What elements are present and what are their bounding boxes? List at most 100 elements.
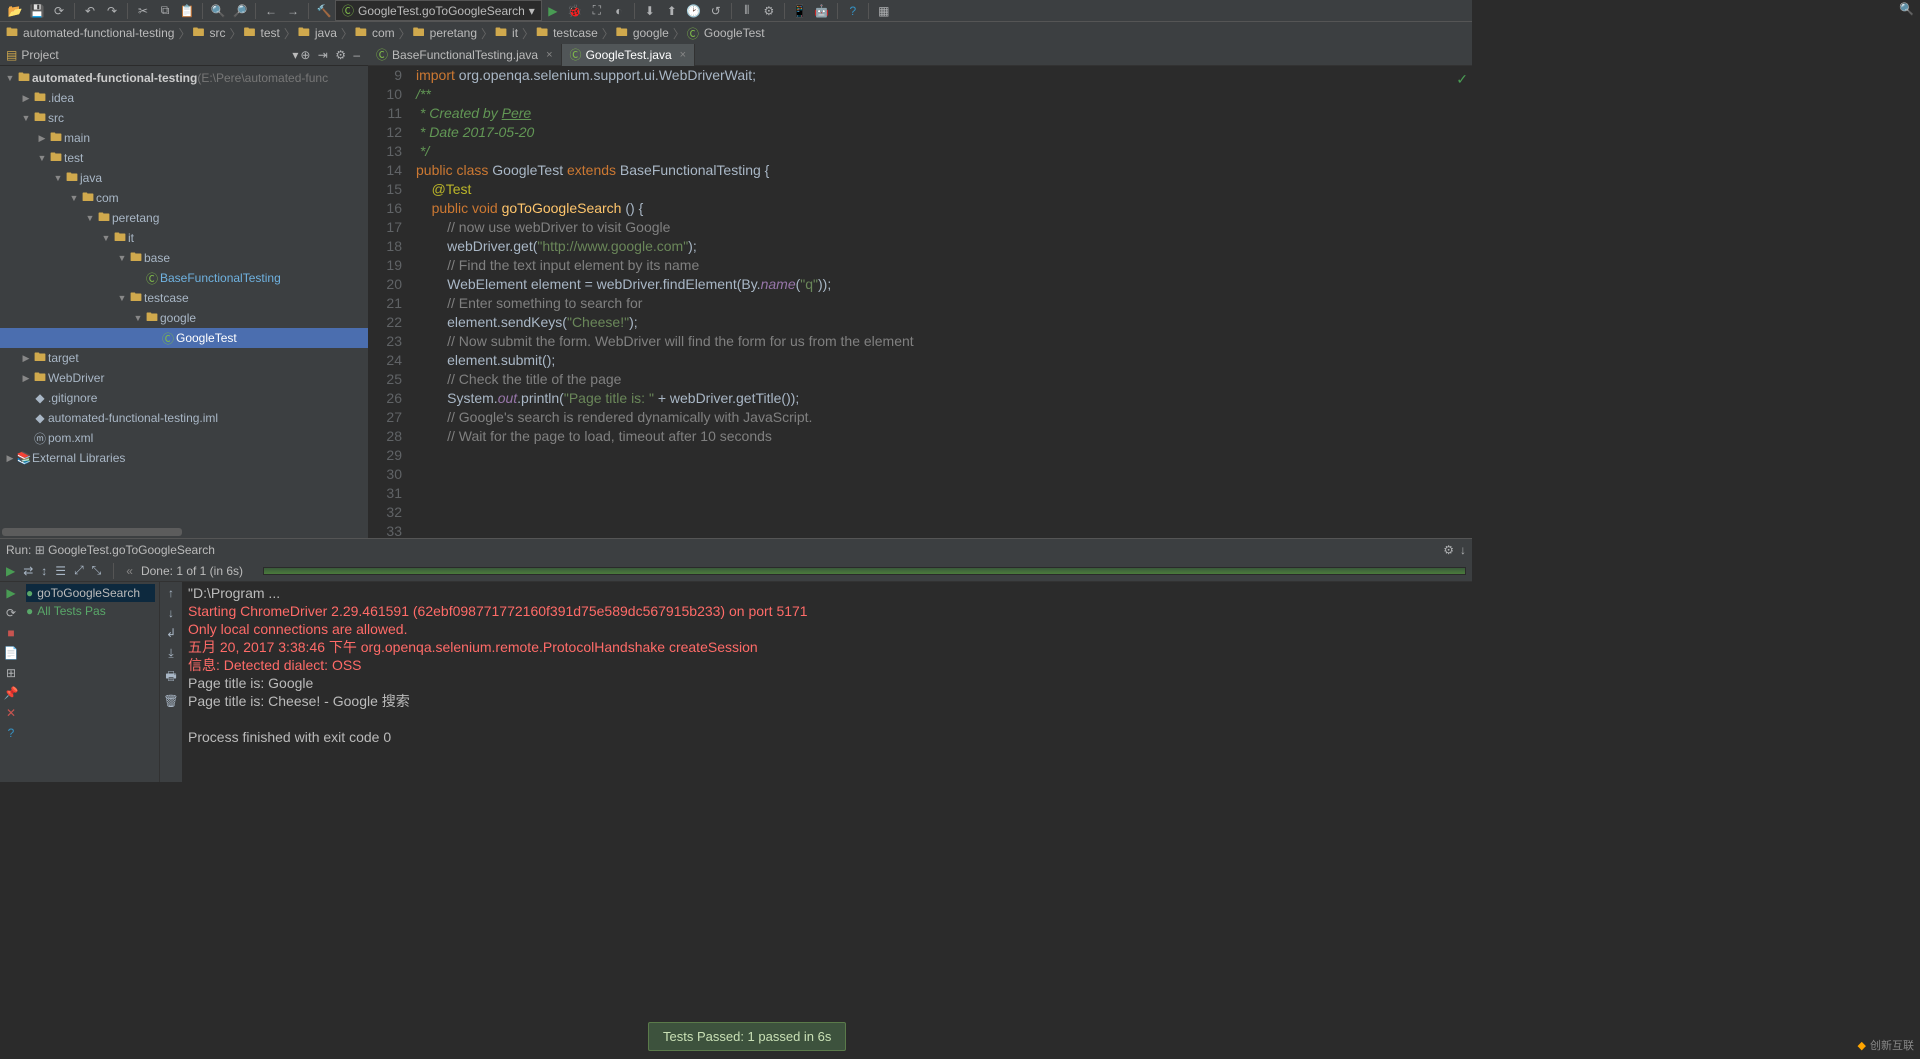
tree-node-google[interactable]: ▼🖿google (0, 308, 368, 328)
breadcrumb-item[interactable]: 🖿 java (298, 23, 337, 44)
debug-icon[interactable]: 🐞 (567, 3, 583, 19)
cut-icon[interactable]: ✂ (135, 3, 151, 19)
clear-icon[interactable]: 🗑 (163, 694, 178, 708)
help-run-icon[interactable]: ? (8, 726, 15, 740)
back-icon[interactable]: ← (263, 3, 279, 19)
rerun-icon[interactable]: ▶ (6, 564, 15, 578)
tab-close-icon[interactable]: × (546, 49, 552, 61)
close-icon[interactable]: ✕ (6, 706, 16, 720)
run-icon[interactable]: ▶ (545, 3, 561, 19)
hide-icon[interactable]: – (353, 48, 360, 62)
tree-node-webdriver[interactable]: ▶🖿WebDriver (0, 368, 368, 388)
tree-node-main[interactable]: ▶🖿main (0, 128, 368, 148)
tree-node-target[interactable]: ▶🖿target (0, 348, 368, 368)
pin-icon[interactable]: 📌 (4, 686, 19, 700)
breadcrumb-item[interactable]: 🖿 peretang (413, 23, 477, 44)
dump-icon[interactable]: 📄 (4, 646, 19, 660)
breadcrumb-item[interactable]: 🖿 google (616, 23, 669, 44)
redo-icon[interactable]: ↷ (104, 3, 120, 19)
gear-icon[interactable]: ⚙ (335, 48, 346, 62)
test-root-node[interactable]: ●goToGoogleSearch (26, 584, 155, 602)
tree-root[interactable]: ▼🖿automated-functional-testing (E:\Pere\… (0, 68, 368, 88)
toggle-auto-test-icon[interactable]: ⇄ (23, 564, 33, 578)
up-stack-icon[interactable]: ↑ (168, 586, 174, 600)
run-left-gutter: ▶ ⟳ ■ 📄 ⊞ 📌 ✕ ? (0, 582, 22, 782)
breadcrumb-item[interactable]: 🖿 it (495, 23, 518, 44)
print-icon[interactable]: 🖶 (165, 667, 176, 688)
tree-node--idea[interactable]: ▶🖿.idea (0, 88, 368, 108)
tree-node-pom-xml[interactable]: ⓜpom.xml (0, 428, 368, 448)
tree-node-peretang[interactable]: ▼🖿peretang (0, 208, 368, 228)
breadcrumb-item[interactable]: 🖿 src (192, 23, 225, 44)
vcs-update-icon[interactable]: ⬇ (642, 3, 658, 19)
soft-wrap-icon[interactable]: ↲ (166, 626, 176, 640)
paste-icon[interactable]: 📋 (179, 3, 195, 19)
tab-close-icon[interactable]: × (680, 49, 686, 61)
search-everywhere-icon[interactable]: 🔍 (1899, 2, 1914, 16)
tree-node-test[interactable]: ▼🖿test (0, 148, 368, 168)
test-tree[interactable]: ●goToGoogleSearch ●All Tests Pas (22, 582, 160, 782)
rerun-failed-icon[interactable]: ⟳ (6, 606, 16, 620)
vcs-commit-icon[interactable]: ⬆ (664, 3, 680, 19)
code-editor[interactable]: 9101112131415161718192021222324252627282… (368, 66, 1472, 538)
scroll-end-icon[interactable]: ⤓ (168, 646, 173, 661)
find-icon[interactable]: 🔍 (210, 3, 226, 19)
tree-node--gitignore[interactable]: ◆.gitignore (0, 388, 368, 408)
tree-node-base[interactable]: ▼🖿base (0, 248, 368, 268)
forward-icon[interactable]: → (285, 3, 301, 19)
undo-icon[interactable]: ↶ (82, 3, 98, 19)
tree-node-testcase[interactable]: ▼🖿testcase (0, 288, 368, 308)
tree-node-automated-functional-testing-iml[interactable]: ◆automated-functional-testing.iml (0, 408, 368, 428)
vcs-revert-icon[interactable]: ↺ (708, 3, 724, 19)
help-icon[interactable]: ? (845, 3, 861, 19)
test-summary: Done: 1 of 1 (in 6s) (141, 564, 243, 578)
tab-googletest-java[interactable]: ⒸGoogleTest.java× (562, 44, 696, 66)
filter-icon[interactable]: ☰ (55, 564, 66, 578)
tree-node-it[interactable]: ▼🖿it (0, 228, 368, 248)
collapse-icon[interactable]: ⤡ (92, 563, 102, 578)
expand-icon[interactable]: ⤢ (74, 563, 84, 578)
copy-icon[interactable]: ⧉ (157, 3, 173, 19)
console-output[interactable]: "D:\Program ...Starting ChromeDriver 2.2… (182, 582, 1472, 782)
prev-icon[interactable]: « (126, 564, 133, 578)
structure-icon[interactable]: ⫴ (739, 3, 755, 19)
tab-basefunctionaltesting-java[interactable]: ⒸBaseFunctionalTesting.java× (368, 44, 562, 66)
more-icon[interactable]: ▦ (876, 3, 892, 19)
sort-icon[interactable]: ↕︎ (41, 564, 47, 578)
tree-node-googletest[interactable]: ⒸGoogleTest (0, 328, 368, 348)
project-tree[interactable]: ▼🖿automated-functional-testing (E:\Pere\… (0, 66, 368, 528)
vcs-history-icon[interactable]: 🕑 (686, 3, 702, 19)
breadcrumb-item[interactable]: 🖿 test (244, 23, 280, 44)
save-icon[interactable]: 💾 (29, 3, 45, 19)
collapse-all-icon[interactable]: ⇥ (318, 48, 328, 62)
refresh-icon[interactable]: ⟳ (51, 3, 67, 19)
profile-icon[interactable]: ◐ (611, 3, 627, 19)
rerun-tests-icon[interactable]: ▶ (6, 586, 15, 600)
run-settings-icon[interactable]: ⚙ (1443, 543, 1454, 557)
tree-node-src[interactable]: ▼🖿src (0, 108, 368, 128)
breadcrumb-item[interactable]: Ⓒ GoogleTest (687, 25, 765, 42)
replace-icon[interactable]: 🔎 (232, 3, 248, 19)
build-icon[interactable]: 🔨 (316, 3, 332, 19)
horizontal-scrollbar[interactable] (0, 528, 368, 538)
breadcrumb-item[interactable]: 🖿 testcase (536, 23, 598, 44)
test-result-node[interactable]: ●All Tests Pas (26, 602, 155, 620)
run-minimize-icon[interactable]: ↓ (1460, 543, 1466, 557)
stop-icon[interactable]: ■ (7, 626, 14, 640)
layout-icon[interactable]: ⊞ (6, 666, 16, 680)
breadcrumb-item[interactable]: 🖿 automated-functional-testing (6, 23, 174, 44)
sdk-icon[interactable]: 🤖 (814, 3, 830, 19)
down-stack-icon[interactable]: ↓ (168, 606, 174, 620)
tree-external-libraries[interactable]: ▶📚External Libraries (0, 448, 368, 468)
settings-icon[interactable]: ⚙ (761, 3, 777, 19)
tree-node-java[interactable]: ▼🖿java (0, 168, 368, 188)
run-config-selector[interactable]: ⒸGoogleTest.goToGoogleSearch▾ (335, 0, 542, 21)
project-panel-title: Project (21, 48, 292, 62)
coverage-icon[interactable]: ⛶ (589, 3, 605, 19)
breadcrumb-item[interactable]: 🖿 com (355, 23, 395, 44)
avd-icon[interactable]: 📱 (792, 3, 808, 19)
tree-node-basefunctionaltesting[interactable]: ⒸBaseFunctionalTesting (0, 268, 368, 288)
open-icon[interactable]: 📂 (7, 3, 23, 19)
tree-node-com[interactable]: ▼🖿com (0, 188, 368, 208)
scroll-from-source-icon[interactable]: ⊕ (300, 48, 310, 62)
